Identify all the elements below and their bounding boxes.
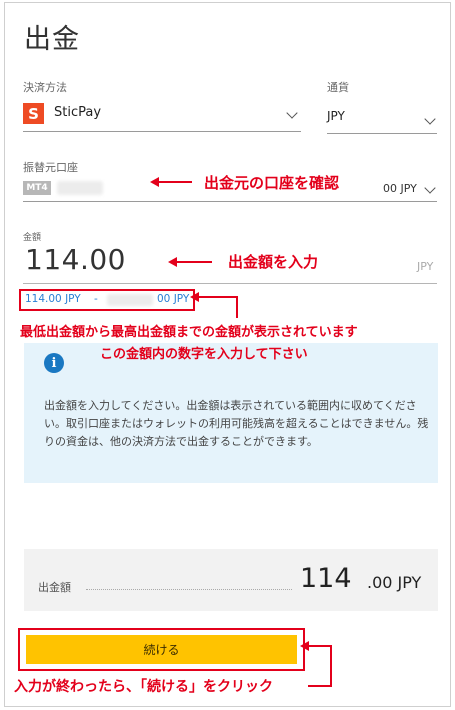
info-icon: i xyxy=(44,353,64,373)
chevron-down-icon xyxy=(424,182,436,194)
annotation-connector xyxy=(236,296,238,318)
annotation-arrow-line xyxy=(176,261,212,263)
payment-method-value: SticPay xyxy=(54,105,102,120)
sticpay-logo-icon: S xyxy=(23,103,44,124)
amount-range-highlight: 114.00 JPY - 00 JPY xyxy=(19,289,195,311)
currency-underline xyxy=(327,133,437,134)
annotation-amount-enter: 出金額を入力 xyxy=(228,253,319,271)
account-number-redacted xyxy=(57,181,103,195)
annotation-continue-click: 入力が終わったら、「続ける」をクリック xyxy=(14,679,273,695)
currency-value: JPY xyxy=(327,109,345,123)
chevron-down-icon xyxy=(286,107,298,119)
payment-method-label: 決済方法 xyxy=(23,81,67,94)
summary-label: 出金額 xyxy=(38,581,71,594)
currency-label: 通貨 xyxy=(327,81,349,94)
range-max: 00 JPY xyxy=(157,293,190,305)
amount-underline xyxy=(23,283,437,284)
summary-amount-rest: .00 JPY xyxy=(367,573,422,592)
amount-label: 金額 xyxy=(23,233,42,243)
annotation-arrow-line xyxy=(158,181,192,183)
annotation-range-line1: 最低出金額から最高出金額までの金額が表示されています xyxy=(20,325,358,340)
annotation-connector xyxy=(308,685,332,687)
range-dash: - xyxy=(94,293,98,305)
amount-unit: JPY xyxy=(417,260,434,273)
source-account-label: 振替元口座 xyxy=(23,161,78,174)
info-panel: i 出金額を入力してください。出金額は表示されている範囲内に収めてください。取引… xyxy=(24,343,438,483)
continue-button[interactable]: 続ける xyxy=(26,635,297,664)
annotation-connector xyxy=(330,645,332,686)
mt4-badge: MT4 xyxy=(23,181,51,195)
range-max-redacted xyxy=(107,294,153,306)
source-account-underline xyxy=(23,201,437,202)
page-title: 出金 xyxy=(24,24,80,55)
annotation-account-check: 出金元の口座を確認 xyxy=(204,174,340,192)
range-min: 114.00 JPY xyxy=(25,293,81,305)
payment-method-underline xyxy=(23,131,301,132)
info-text: 出金額を入力してください。出金額は表示されている範囲内に収めてください。取引口座… xyxy=(44,399,429,448)
chevron-down-icon xyxy=(424,113,436,125)
annotation-connector xyxy=(198,296,238,298)
summary-amount-integer: 114 xyxy=(300,563,352,594)
continue-button-highlight: 続ける xyxy=(18,628,305,671)
amount-value: 114.00 xyxy=(25,243,126,276)
annotation-connector xyxy=(308,645,332,647)
account-balance: 00 JPY xyxy=(383,182,417,195)
summary-dotted-leader xyxy=(86,589,292,590)
withdraw-summary: 出金額 114 .00 JPY xyxy=(24,549,438,611)
annotation-range-line2: この金額内の数字を入力して下さい xyxy=(100,347,308,362)
